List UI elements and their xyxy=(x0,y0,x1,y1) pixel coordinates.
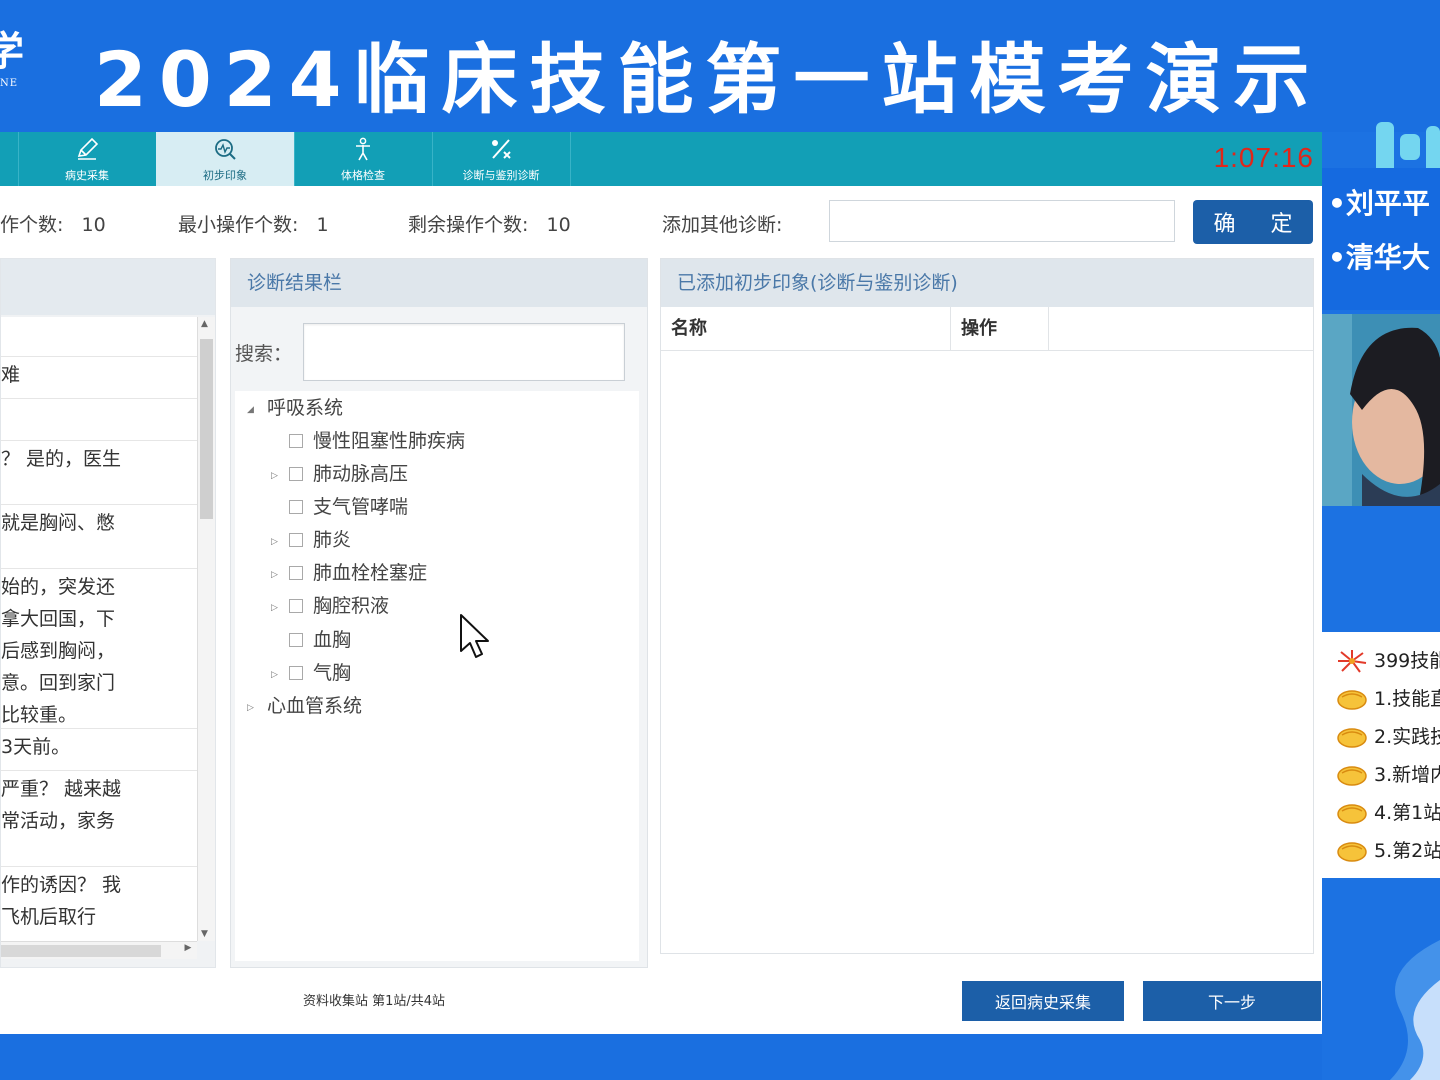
caret-down-icon[interactable]: ◢ xyxy=(247,395,254,425)
toolbar: 病史采集 初步印象 体格检查 诊断与鉴别诊断 1:07:16 xyxy=(0,132,1322,186)
min-ops-value: 1 xyxy=(316,214,329,236)
caret-right-icon[interactable]: ▷ xyxy=(271,593,278,623)
scroll-right-icon[interactable]: ▶ xyxy=(179,943,197,953)
station-progress: 资料收集站 第1站/共4站 xyxy=(303,994,446,1009)
tab-label: 体格检查 xyxy=(341,169,385,182)
back-to-history-button[interactable]: 返回病史采集 xyxy=(962,981,1124,1021)
horizontal-scrollbar[interactable]: ▶ xyxy=(1,941,197,959)
tab-hidden[interactable] xyxy=(0,132,20,186)
tab-label: 病史采集 xyxy=(65,169,109,182)
checkbox[interactable] xyxy=(289,434,303,448)
tab-history[interactable]: 病史采集 xyxy=(18,132,156,186)
other-diagnosis-input[interactable] xyxy=(829,200,1175,242)
presenter-card: •刘平平 •清华大 xyxy=(1322,168,1440,310)
list-item[interactable] xyxy=(1,317,197,357)
checkbox[interactable] xyxy=(289,666,303,680)
checkbox[interactable] xyxy=(289,633,303,647)
presenter-name: •刘平平 xyxy=(1328,187,1430,220)
logo-text: NE xyxy=(0,78,19,89)
pencil-icon xyxy=(18,136,156,166)
logo-glyph: 学 xyxy=(0,30,24,75)
max-ops-value: 10 xyxy=(81,214,106,236)
checkbox[interactable] xyxy=(289,599,303,613)
column-name-header: 名称 xyxy=(661,307,951,351)
list-item[interactable]: 严重？ 越来越 常活动，家务 xyxy=(1,771,197,867)
tab-label: 诊断与鉴别诊断 xyxy=(462,169,540,182)
search-input[interactable] xyxy=(303,323,625,381)
max-ops-label: 作个数: 10 xyxy=(0,214,106,236)
min-ops-label: 最小操作个数: 1 xyxy=(178,214,329,236)
scroll-down-icon[interactable]: ▼ xyxy=(201,929,208,939)
list-item[interactable]: ？ 是的，医生 xyxy=(1,441,197,505)
presenter-portrait-icon xyxy=(1322,314,1440,506)
tab-diagnosis[interactable]: 诊断与鉴别诊断 xyxy=(432,132,570,186)
checkbox[interactable] xyxy=(289,467,303,481)
other-diagnosis-label: 添加其他诊断: xyxy=(662,214,783,236)
scroll-up-icon[interactable]: ▲ xyxy=(201,319,208,329)
dialogue-list[interactable]: 难 ？ 是的，医生 就是胸闷、憋 始的，突发还 拿大回国，下 后感到胸闷， 意。… xyxy=(1,317,197,941)
next-step-button[interactable]: 下一步 xyxy=(1143,981,1321,1021)
column-action-header: 操作 xyxy=(951,307,1049,351)
body-figure-icon xyxy=(294,136,432,166)
list-item[interactable]: 就是胸闷、憋 xyxy=(1,505,197,569)
caret-right-icon[interactable]: ▷ xyxy=(247,693,254,723)
list-item[interactable] xyxy=(1,399,197,441)
caret-right-icon[interactable]: ▷ xyxy=(271,461,278,491)
percent-diagnosis-icon xyxy=(432,136,570,166)
checkbox[interactable] xyxy=(289,566,303,580)
presenter-affiliation: •清华大 xyxy=(1328,241,1430,274)
hand-pointer-icon xyxy=(1337,690,1367,710)
hand-pointer-icon xyxy=(1337,804,1367,824)
caret-right-icon[interactable]: ▷ xyxy=(271,527,278,557)
mouse-cursor-icon xyxy=(460,614,489,658)
diagnosis-result-panel: 诊断结果栏 搜索： ◢ 呼吸系统 慢性阻塞性肺疾病 ▷ 肺动脉高压 支气管哮喘 … xyxy=(230,258,648,968)
search-label: 搜索： xyxy=(235,343,293,365)
remaining-ops-value: 10 xyxy=(546,214,571,236)
vertical-scrollbar[interactable]: ▲ ▼ xyxy=(197,317,215,941)
decorative-wave-icon xyxy=(1390,940,1440,1080)
list-item[interactable]: 3天前。 xyxy=(1,729,197,771)
list-item[interactable]: 难 xyxy=(1,357,197,399)
promo-list: 399技能 1.技能直 2.实践技 3.新增内 4.第1站 5.第2站 xyxy=(1322,632,1440,878)
confirm-button[interactable]: 确 定 xyxy=(1193,200,1313,244)
diagnosis-panel-title: 诊断结果栏 xyxy=(231,259,647,307)
diagnosis-tree: ◢ 呼吸系统 慢性阻塞性肺疾病 ▷ 肺动脉高压 支气管哮喘 ▷ 肺炎 ▷ 肺血栓… xyxy=(235,391,639,961)
dialogue-panel: 难 ？ 是的，医生 就是胸闷、憋 始的，突发还 拿大回国，下 后感到胸闷， 意。… xyxy=(0,258,216,968)
added-impressions-panel: 已添加初步印象(诊断与鉴别诊断) 名称 操作 xyxy=(660,258,1314,954)
countdown-timer: 1:07:16 xyxy=(1213,142,1314,173)
diagnosis-search-icon xyxy=(156,136,294,166)
table-header: 名称 操作 xyxy=(661,307,1313,351)
checkbox[interactable] xyxy=(289,533,303,547)
caret-right-icon[interactable]: ▷ xyxy=(271,660,278,690)
tab-impression[interactable]: 初步印象 xyxy=(156,132,294,186)
scroll-thumb[interactable] xyxy=(1,945,161,957)
added-panel-title: 已添加初步印象(诊断与鉴别诊断) xyxy=(661,259,1313,307)
remaining-ops-label: 剩余操作个数: 10 xyxy=(408,214,571,236)
brand-logo: 学 NE xyxy=(0,30,24,100)
hand-pointer-icon xyxy=(1337,728,1367,748)
page-title: 2024临床技能第一站模考演示 xyxy=(94,35,1322,124)
scroll-thumb[interactable] xyxy=(200,339,213,519)
firework-icon xyxy=(1338,650,1367,673)
list-item[interactable]: 作的诱因？ 我 飞机后取行 xyxy=(1,867,197,941)
tab-label: 初步印象 xyxy=(203,169,247,182)
checkbox[interactable] xyxy=(289,500,303,514)
hand-pointer-icon xyxy=(1337,842,1367,862)
list-item[interactable]: 始的，突发还 拿大回国，下 后感到胸闷， 意。回到家门 比较重。 xyxy=(1,569,197,729)
tab-physical-exam[interactable]: 体格检查 xyxy=(294,132,432,186)
hand-pointer-icon xyxy=(1337,766,1367,786)
caret-right-icon[interactable]: ▷ xyxy=(271,560,278,590)
dialogue-panel-header xyxy=(1,259,215,315)
presenter-video xyxy=(1322,314,1440,506)
